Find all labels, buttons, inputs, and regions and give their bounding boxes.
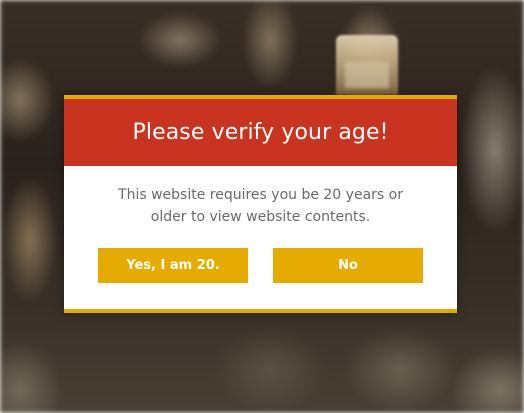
confirm-age-button[interactable]: Yes, I am 20. (98, 248, 248, 283)
modal-body: This website requires you be 20 years or… (64, 166, 457, 283)
modal-message: This website requires you be 20 years or… (118, 187, 403, 225)
modal-title: Please verify your age! (132, 120, 389, 145)
age-verification-modal: Please verify your age! This website req… (64, 95, 457, 313)
modal-actions: Yes, I am 20. No (64, 248, 457, 283)
background-bottle-label (345, 62, 389, 88)
deny-age-button[interactable]: No (273, 248, 423, 283)
modal-header: Please verify your age! (64, 99, 457, 166)
